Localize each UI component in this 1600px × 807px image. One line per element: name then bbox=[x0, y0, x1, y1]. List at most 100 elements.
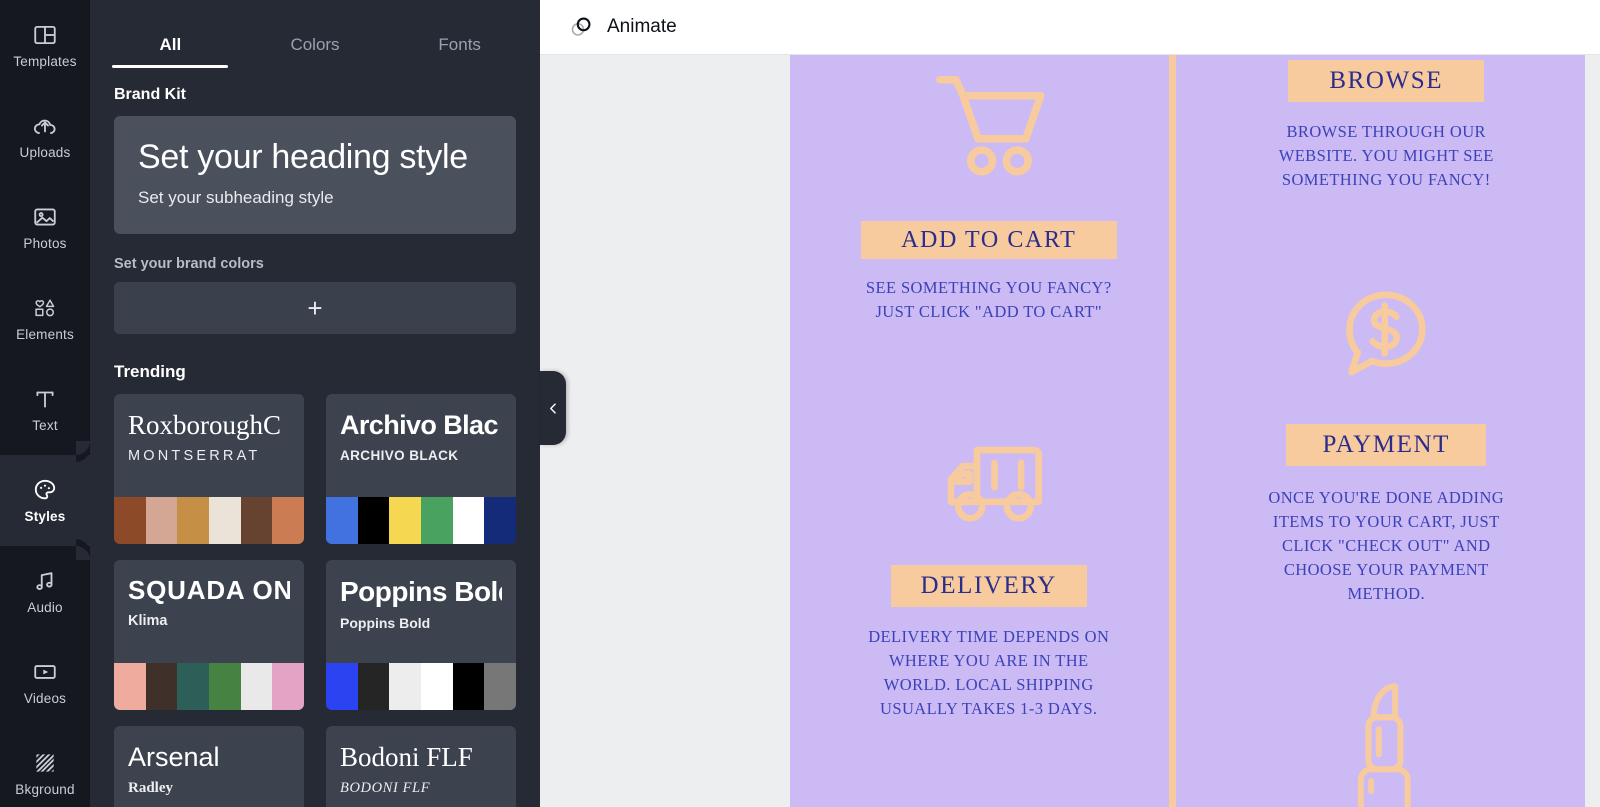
text-t-icon bbox=[36, 391, 54, 408]
style-card-preview: Arsenal Radley bbox=[114, 726, 304, 807]
templates-icon bbox=[34, 26, 56, 45]
style-card-swatches bbox=[114, 663, 304, 711]
sidebar-item-label: Bkground bbox=[15, 782, 75, 798]
style-card-primary-font: Archivo Blac bbox=[340, 410, 498, 441]
trending-style-grid: RoxboroughC MONTSERRAT Archivo Blac ARCH… bbox=[114, 394, 516, 807]
sidebar-item-templates[interactable]: Templates bbox=[0, 0, 90, 91]
animate-label: Animate bbox=[607, 16, 677, 37]
canvas-block-lipstick[interactable] bbox=[1188, 677, 1586, 807]
tab-all[interactable]: All bbox=[98, 35, 243, 68]
canvas-block-add-to-cart[interactable]: ADD TO CART SEE SOMETHING YOU FANCY? JUS… bbox=[790, 69, 1188, 324]
canvas-viewport[interactable]: ADD TO CART SEE SOMETHING YOU FANCY? JUS… bbox=[540, 55, 1600, 807]
color-swatch bbox=[421, 663, 453, 711]
style-card-secondary-font: MONTSERRAT bbox=[128, 448, 261, 465]
canvas-title-band: BROWSE bbox=[1288, 60, 1485, 102]
sidebar-item-label: Elements bbox=[16, 327, 74, 343]
artboard-column-right: BROWSE BROWSE THROUGH OUR WEBSITE. YOU M… bbox=[1188, 55, 1586, 807]
palette-icon bbox=[34, 480, 56, 500]
animate-button[interactable]: Animate bbox=[560, 9, 685, 45]
style-card-secondary-font: BODONI FLF bbox=[340, 780, 431, 797]
sidebar-item-audio[interactable]: Audio bbox=[0, 546, 90, 637]
brand-colors-label: Set your brand colors bbox=[114, 256, 264, 273]
sidebar-item-label: Templates bbox=[13, 54, 77, 70]
canvas-block-payment[interactable]: PAYMENT ONCE YOU'RE DONE ADDING ITEMS TO… bbox=[1188, 288, 1586, 606]
style-card[interactable]: Archivo Blac ARCHIVO BLACK bbox=[326, 394, 516, 545]
tab-fonts[interactable]: Fonts bbox=[387, 35, 532, 68]
artboard-divider bbox=[1169, 55, 1176, 807]
editor-area: Animate ADD TO CART SEE SOMETHING YOU FA… bbox=[540, 0, 1600, 807]
sidebar-item-uploads[interactable]: Uploads bbox=[0, 91, 90, 182]
style-card-secondary-font: Klima bbox=[128, 613, 168, 630]
hatch-pattern-icon bbox=[36, 754, 54, 772]
style-card-swatches bbox=[326, 497, 516, 545]
sidebar-item-label: Text bbox=[32, 418, 58, 434]
sidebar-item-label: Photos bbox=[23, 236, 67, 252]
color-swatch bbox=[240, 497, 273, 545]
sidebar-item-styles[interactable]: Styles bbox=[0, 441, 90, 560]
sidebar-item-label: Uploads bbox=[19, 145, 71, 161]
color-swatch bbox=[421, 497, 453, 545]
canvas-title: DELIVERY bbox=[920, 572, 1057, 599]
brand-kit-title: Brand Kit bbox=[114, 86, 186, 103]
panel-tabs: All Colors Fonts bbox=[90, 0, 540, 68]
canvas-title-band: PAYMENT bbox=[1286, 424, 1487, 466]
collapse-panel-handle[interactable] bbox=[540, 371, 566, 445]
add-brand-color-button[interactable]: + bbox=[114, 282, 516, 335]
sidebar-item-elements[interactable]: Elements bbox=[0, 273, 90, 364]
color-swatch bbox=[484, 497, 516, 545]
canvas-block-browse[interactable]: BROWSE BROWSE THROUGH OUR WEBSITE. YOU M… bbox=[1188, 60, 1586, 192]
style-card[interactable]: Bodoni FLF BODONI FLF bbox=[326, 726, 516, 807]
style-card-primary-font: Arsenal bbox=[128, 742, 220, 773]
dollar-speech-bubble-icon bbox=[1346, 291, 1426, 376]
canvas-title-band: DELIVERY bbox=[890, 565, 1087, 607]
tab-colors[interactable]: Colors bbox=[243, 35, 388, 68]
style-card-preview: SQUADA ONE Klima bbox=[114, 560, 304, 663]
style-card[interactable]: Arsenal Radley bbox=[114, 726, 304, 807]
style-card-preview: Bodoni FLF BODONI FLF bbox=[326, 726, 516, 807]
style-card-preview: Archivo Blac ARCHIVO BLACK bbox=[326, 394, 516, 497]
style-card-secondary-font: ARCHIVO BLACK bbox=[340, 448, 459, 464]
color-swatch bbox=[452, 663, 485, 711]
artboard-column-left: ADD TO CART SEE SOMETHING YOU FANCY? JUS… bbox=[790, 55, 1188, 807]
heading-style-sample: Set your heading style bbox=[138, 138, 468, 176]
style-card-secondary-font: Poppins Bold bbox=[340, 615, 431, 632]
canvas-body: SEE SOMETHING YOU FANCY? JUST CLICK "ADD… bbox=[865, 278, 1112, 321]
brand-style-preview-card[interactable]: Set your heading style Set your subheadi… bbox=[114, 116, 516, 235]
style-card[interactable]: Poppins Bold Poppins Bold bbox=[326, 560, 516, 711]
sidebar-item-videos[interactable]: Videos bbox=[0, 637, 90, 728]
artboard[interactable]: ADD TO CART SEE SOMETHING YOU FANCY? JUS… bbox=[790, 55, 1585, 807]
canvas-title-band: ADD TO CART bbox=[860, 221, 1117, 259]
color-swatch bbox=[145, 663, 178, 711]
upload-cloud-icon bbox=[33, 119, 56, 135]
color-swatch bbox=[209, 663, 241, 711]
style-card-primary-font: RoxboroughC bbox=[128, 410, 282, 441]
style-card-preview: RoxboroughC MONTSERRAT bbox=[114, 394, 304, 497]
color-swatch bbox=[209, 497, 241, 545]
music-note-icon bbox=[36, 572, 53, 591]
canvas-body: DELIVERY TIME DEPENDS ON WHERE YOU ARE I… bbox=[868, 627, 1110, 718]
style-card-swatches bbox=[114, 497, 304, 545]
canvas-block-delivery[interactable]: DELIVERY DELIVERY TIME DEPENDS ON WHERE … bbox=[790, 443, 1188, 721]
sidebar-item-label: Videos bbox=[23, 691, 67, 707]
color-swatch bbox=[484, 663, 516, 711]
animate-icon bbox=[571, 17, 591, 36]
color-swatch bbox=[177, 497, 210, 545]
style-card-primary-font: Bodoni FLF bbox=[340, 742, 473, 773]
color-swatch bbox=[357, 663, 390, 711]
style-card-primary-font: Poppins Bold bbox=[340, 576, 502, 608]
style-card[interactable]: SQUADA ONE Klima bbox=[114, 560, 304, 711]
canvas-body: BROWSE THROUGH OUR WEBSITE. YOU MIGHT SE… bbox=[1278, 122, 1494, 189]
shopping-cart-icon bbox=[935, 75, 1045, 176]
color-swatch bbox=[177, 663, 210, 711]
color-swatch bbox=[452, 497, 485, 545]
color-swatch bbox=[326, 497, 358, 545]
color-swatch bbox=[240, 663, 273, 711]
sidebar-item-photos[interactable]: Photos bbox=[0, 182, 90, 273]
color-swatch bbox=[357, 497, 390, 545]
style-card[interactable]: RoxboroughC MONTSERRAT bbox=[114, 394, 304, 545]
sidebar-item-background[interactable]: Bkground bbox=[0, 728, 90, 807]
shapes-icon bbox=[35, 299, 55, 317]
style-card-secondary-font: Radley bbox=[128, 780, 173, 797]
video-icon bbox=[34, 665, 56, 680]
trending-title: Trending bbox=[114, 362, 186, 382]
